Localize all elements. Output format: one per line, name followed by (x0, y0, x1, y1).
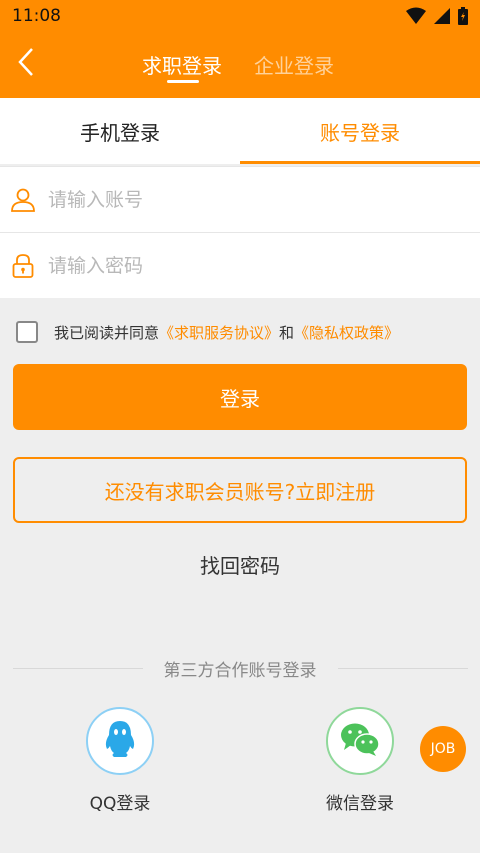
status-time: 11:08 (12, 6, 61, 26)
qq-circle[interactable] (86, 707, 154, 775)
header: 求职登录 企业登录 (0, 32, 480, 98)
login-tab-indicator (240, 161, 480, 164)
login-button[interactable]: 登录 (13, 364, 467, 430)
password-field-row (0, 232, 480, 298)
agreement-row: 我已阅读并同意 《求职服务协议》 和 《隐私权政策》 (16, 320, 399, 344)
lock-icon (10, 253, 36, 279)
job-floating-button[interactable]: JOB (420, 726, 466, 772)
account-field-row (0, 166, 480, 232)
tab-phone-login[interactable]: 手机登录 (0, 98, 240, 164)
signal-icon (434, 7, 450, 29)
qq-icon (102, 719, 138, 763)
wechat-circle[interactable] (326, 707, 394, 775)
active-tab-indicator (167, 80, 199, 83)
qq-login-button[interactable]: QQ登录 (70, 707, 170, 814)
login-method-tabs: 手机登录 账号登录 (0, 98, 480, 164)
agreement-prefix: 我已阅读并同意 (54, 323, 160, 342)
wifi-icon (406, 7, 426, 29)
privacy-policy-link[interactable]: 《隐私权政策》 (294, 322, 399, 343)
tab-account-login[interactable]: 账号登录 (240, 98, 480, 164)
battery-icon (458, 7, 468, 29)
agreement-and: 和 (279, 323, 295, 342)
wechat-login-button[interactable]: 微信登录 (310, 707, 410, 814)
chevron-left-icon (16, 46, 36, 82)
tab-jobseeker-login[interactable]: 求职登录 (142, 50, 222, 79)
account-input[interactable] (48, 181, 458, 219)
back-button[interactable] (8, 46, 44, 82)
service-agreement-link[interactable]: 《求职服务协议》 (159, 322, 279, 343)
user-icon (10, 187, 36, 213)
qq-login-label: QQ登录 (89, 794, 151, 814)
register-button[interactable]: 还没有求职会员账号?立即注册 (13, 457, 467, 523)
status-bar: 11:08 (0, 0, 480, 32)
forgot-password-link[interactable]: 找回密码 (0, 550, 480, 579)
tab-company-login[interactable]: 企业登录 (254, 50, 334, 79)
status-icons (406, 7, 468, 29)
wechat-login-label: 微信登录 (326, 794, 394, 814)
third-party-label: 第三方合作账号登录 (163, 661, 317, 681)
wechat-icon (340, 721, 380, 761)
password-input[interactable] (48, 247, 458, 285)
agreement-checkbox[interactable] (16, 321, 38, 343)
